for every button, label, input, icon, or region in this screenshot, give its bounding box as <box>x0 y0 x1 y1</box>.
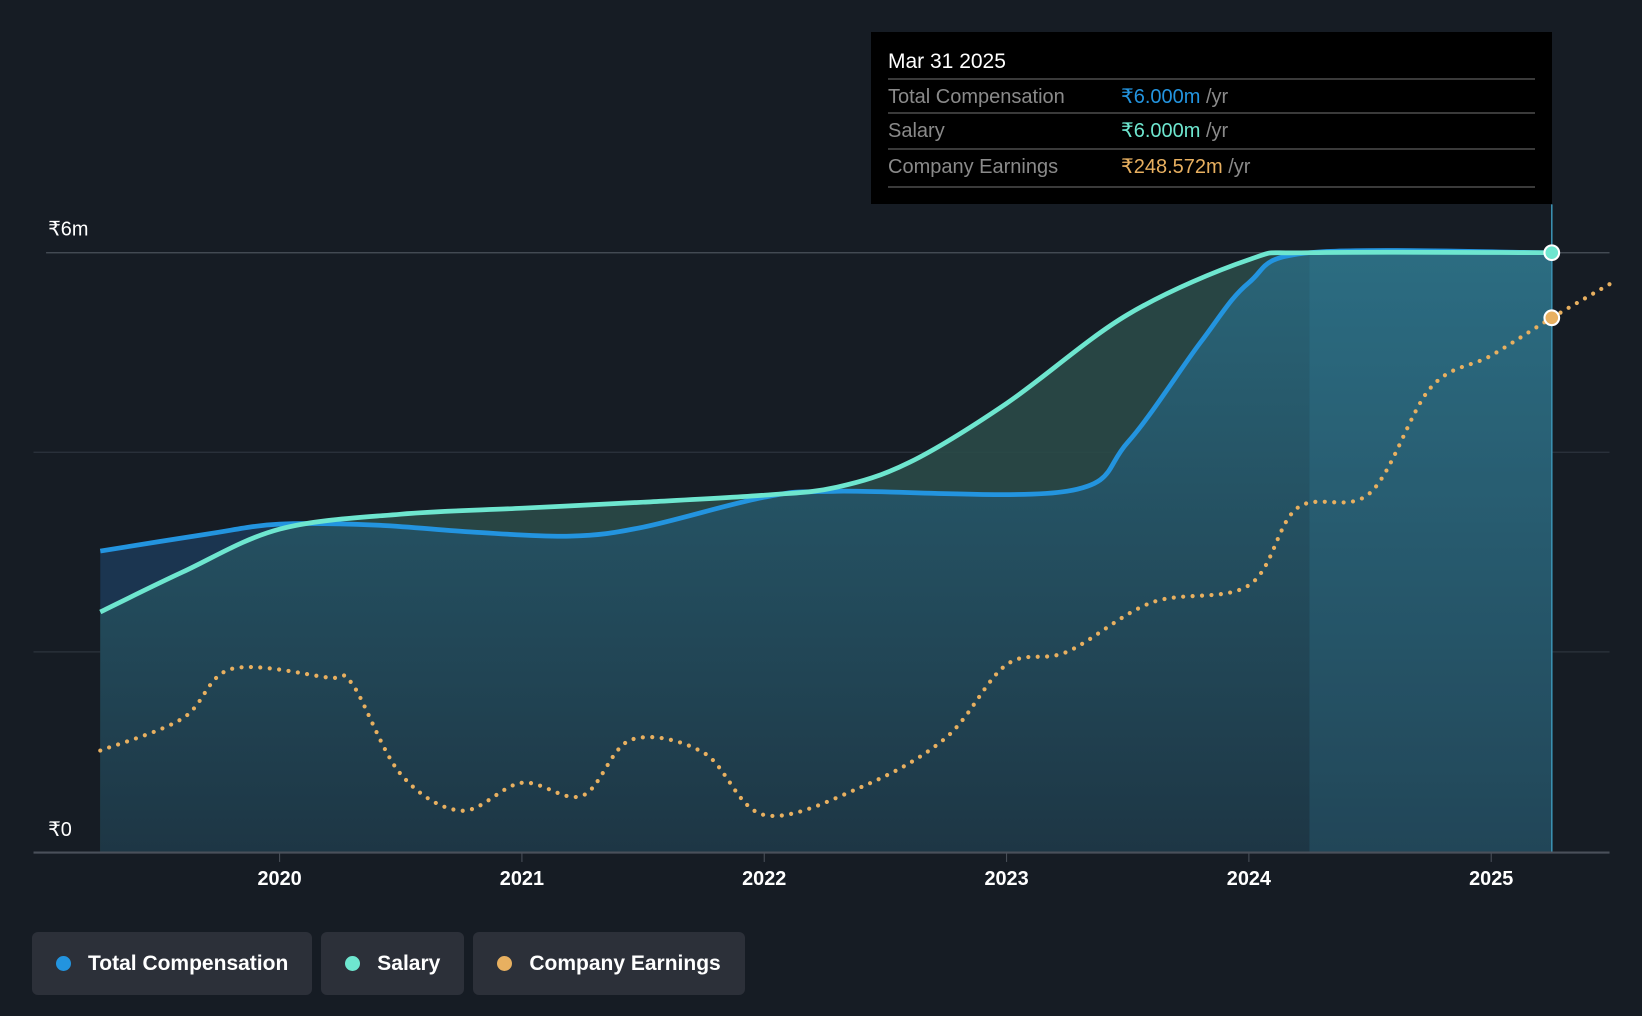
x-tick-label: 2022 <box>742 868 786 890</box>
x-tick-label: 2020 <box>257 868 301 890</box>
salary-marker <box>1543 244 1561 262</box>
legend: Total Compensation Salary Company Earnin… <box>32 932 745 995</box>
tooltip: Mar 31 2025 Total Compensation ₹6.000m /… <box>871 32 1552 204</box>
tooltip-value: ₹6.000m <box>1121 86 1201 108</box>
legend-dot-icon <box>56 956 71 971</box>
tooltip-value: ₹6.000m <box>1121 120 1201 142</box>
y-tick-label-top: ₹6m <box>48 219 88 241</box>
legend-item-total-compensation[interactable]: Total Compensation <box>32 932 313 995</box>
tooltip-row-company-earnings: Company Earnings ₹248.572m /yr <box>888 148 1535 184</box>
earnings-marker <box>1543 309 1561 327</box>
tooltip-unit: /yr <box>1206 120 1229 142</box>
tooltip-unit: /yr <box>1206 86 1229 108</box>
tooltip-row-salary: Salary ₹6.000m /yr <box>888 112 1535 148</box>
legend-dot-icon <box>497 956 513 971</box>
x-tick-label: 2021 <box>500 868 544 890</box>
legend-label: Total Compensation <box>88 951 289 975</box>
tooltip-label: Salary <box>888 120 945 142</box>
forecast-highlight <box>1309 252 1552 852</box>
tooltip-label: Company Earnings <box>888 156 1059 178</box>
tooltip-label: Total Compensation <box>888 86 1065 108</box>
y-tick-label-zero: ₹0 <box>48 819 72 841</box>
x-tick-label: 2024 <box>1227 868 1271 890</box>
tooltip-unit: /yr <box>1228 156 1251 178</box>
x-axis: 2020 2021 2022 2023 2024 2025 <box>33 851 1610 890</box>
x-tick-label: 2023 <box>984 868 1028 890</box>
legend-label: Company Earnings <box>529 951 721 975</box>
legend-dot-icon <box>345 956 361 971</box>
tooltip-date: Mar 31 2025 <box>888 50 1006 73</box>
legend-label: Salary <box>377 951 441 975</box>
x-tick-label: 2025 <box>1469 868 1513 890</box>
tooltip-row-total-compensation: Total Compensation ₹6.000m /yr <box>888 78 1535 114</box>
legend-item-company-earnings[interactable]: Company Earnings <box>473 932 745 995</box>
legend-item-salary[interactable]: Salary <box>321 932 465 995</box>
tooltip-value: ₹248.572m <box>1121 156 1223 178</box>
